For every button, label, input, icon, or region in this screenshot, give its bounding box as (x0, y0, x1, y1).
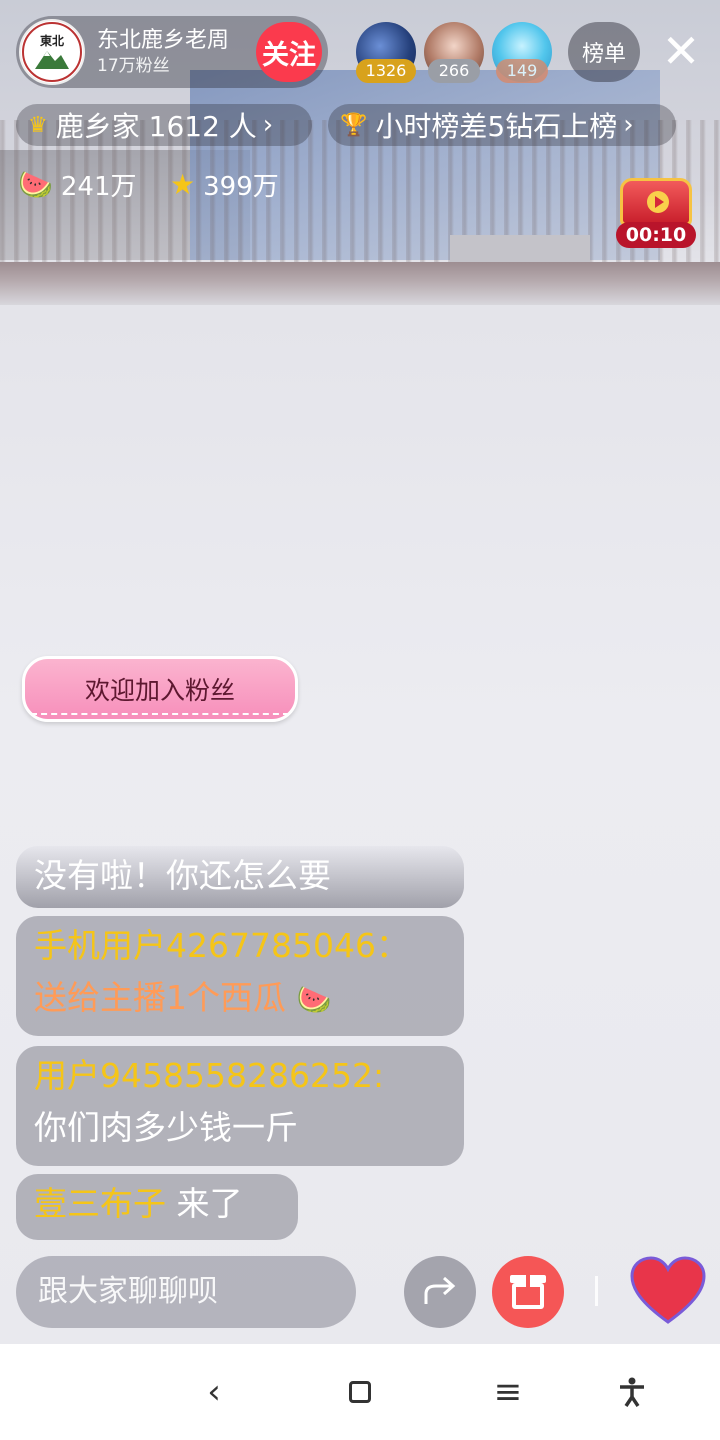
chat-gift-text: 送给主播1个西瓜 (34, 978, 286, 1017)
chevron-right-icon: › (623, 110, 634, 140)
rank-list-button[interactable]: 榜单 (568, 22, 640, 82)
host-card[interactable]: 東北 东北鹿乡老周 17万粉丝 关注 (16, 16, 328, 88)
back-icon[interactable]: ‹ (190, 1368, 238, 1416)
chat-message: 壹三布子 来了 (16, 1174, 298, 1240)
viewer-score-badge-1: 1326 (356, 59, 416, 83)
stream-shore (0, 262, 720, 308)
follow-button[interactable]: 关注 (256, 22, 322, 82)
gift-button[interactable] (492, 1256, 564, 1328)
host-avatar[interactable]: 東北 (19, 19, 85, 85)
fan-group-pill[interactable]: ♛ 鹿乡家 1612 人 › (16, 104, 312, 146)
star-count-value: 399万 (203, 171, 279, 202)
chat-text: 你们肉多少钱一斤 (34, 1108, 298, 1147)
viewer-score-badge-3: 149 (496, 59, 548, 83)
melon-count-value: 241万 (60, 171, 137, 202)
host-fans: 17万粉丝 (97, 56, 170, 76)
hour-rank-pill[interactable]: 🏆 小时榜差5钻石上榜 › (328, 104, 676, 146)
chat-input[interactable]: 跟大家聊聊呗 (16, 1256, 356, 1328)
accessibility-icon[interactable] (608, 1368, 656, 1416)
chat-username[interactable]: 壹三布子 (34, 1184, 166, 1223)
host-logo-text: 東北 (39, 34, 64, 48)
chat-text: 没有啦！你还怎么要 (34, 856, 331, 895)
trophy-icon: 🏆 (340, 112, 368, 138)
chat-message: 手机用户4267785046： 送给主播1个西瓜 🍉 (16, 916, 464, 1036)
accessibility-figure (620, 1377, 644, 1407)
star-count: ★ 399万 (170, 166, 279, 202)
hour-rank-label: 小时榜差5钻石上榜 (375, 110, 618, 143)
gift-icon (510, 1275, 546, 1309)
host-info: 东北鹿乡老周 17万粉丝 (97, 27, 229, 77)
chevron-right-icon: › (262, 110, 274, 140)
viewer-score-badge-2: 266 (428, 59, 480, 83)
divider (595, 1276, 598, 1306)
treasure-timer: 00:10 (616, 222, 696, 248)
system-nav-bar: ‹ ≡ (0, 1344, 720, 1440)
close-icon[interactable]: ✕ (656, 24, 706, 78)
mountain-deer-icon (35, 51, 69, 69)
menu-icon[interactable]: ≡ (484, 1368, 532, 1416)
share-icon (424, 1276, 456, 1304)
treasure-chest-icon (620, 178, 692, 226)
chat-username[interactable]: 手机用户4267785046： (34, 926, 409, 965)
watermelon-icon: 🍉 (296, 983, 332, 1016)
play-icon (647, 191, 669, 213)
chat-message: 没有啦！你还怎么要 (16, 846, 464, 908)
treasure-chest[interactable]: 00:10 (616, 178, 696, 248)
star-icon: ★ (170, 167, 196, 201)
chat-message: 用户9458558286252: 你们肉多少钱一斤 (16, 1046, 464, 1166)
fan-group-label: 鹿乡家 1612 人 (55, 110, 257, 143)
like-button[interactable] (630, 1256, 706, 1328)
crown-icon: ♛ (28, 112, 48, 138)
host-logo: 東北 (22, 22, 82, 82)
welcome-fan-bubble: 欢迎加入粉丝 (22, 656, 298, 722)
watermelon-icon: 🍉 (18, 167, 53, 201)
heart-icon (630, 1256, 706, 1324)
chat-username[interactable]: 用户9458558286252: (34, 1056, 384, 1095)
melon-count: 🍉 241万 (18, 166, 137, 202)
chat-text: 来了 (176, 1184, 243, 1223)
host-name: 东北鹿乡老周 (97, 28, 230, 53)
share-button[interactable] (404, 1256, 476, 1328)
home-icon[interactable] (336, 1368, 384, 1416)
